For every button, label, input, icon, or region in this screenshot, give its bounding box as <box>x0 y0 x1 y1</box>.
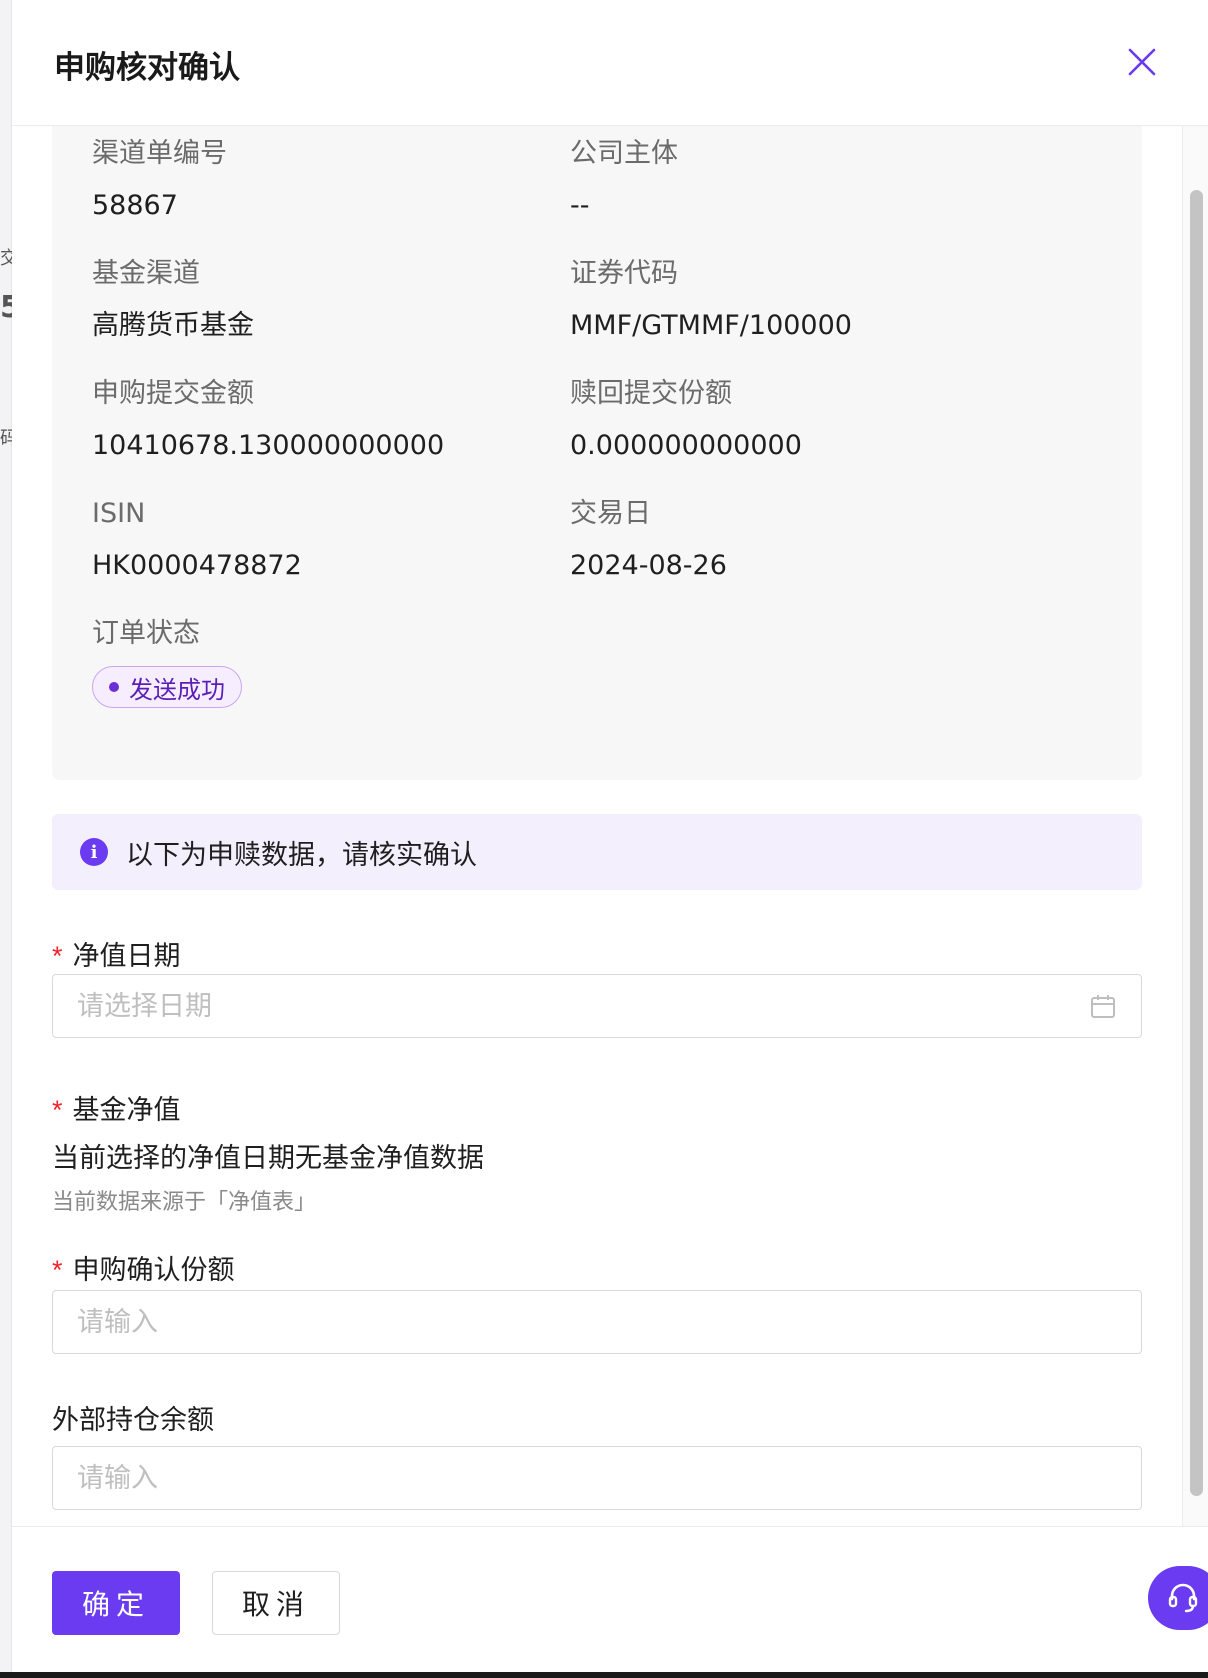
field-value: 10410678.130000000000 <box>92 430 445 461</box>
calendar-icon[interactable] <box>1089 993 1117 1021</box>
headset-icon[interactable] <box>1166 1581 1200 1615</box>
backdrop-page: 交 5 码 <box>0 0 21 1678</box>
field-company-entity: 公司主体 -- <box>570 138 1050 222</box>
nav-data-source: 当前数据来源于「净值表」 <box>52 1190 317 1215</box>
field-label: 订单状态 <box>92 618 200 649</box>
drawer-header: 申购核对确认 <box>12 0 1208 126</box>
support-button[interactable] <box>1148 1566 1208 1630</box>
field-label: 交易日 <box>570 498 651 529</box>
drawer-footer: 确定 取消 <box>12 1526 1208 1672</box>
alert-text: 以下为申赎数据，请核实确认 <box>126 839 477 871</box>
nav-date-label: * 净值日期 <box>52 934 181 973</box>
drawer-title: 申购核对确认 <box>54 50 240 86</box>
scrollbar-track[interactable] <box>1182 126 1208 1526</box>
nav-label: * 基金净值 <box>52 1088 181 1127</box>
scrollbar-thumb[interactable] <box>1190 190 1203 1496</box>
field-value: 0.000000000000 <box>570 430 802 461</box>
nav-empty-message: 当前选择的净值日期无基金净值数据 <box>52 1143 484 1174</box>
required-asterisk: * <box>52 1095 63 1125</box>
info-alert: i 以下为申赎数据，请核实确认 <box>52 814 1142 890</box>
field-subscription-amount: 申购提交金额 10410678.130000000000 <box>92 378 572 462</box>
order-info-card: 渠道单编号 58867 公司主体 -- 基金渠道 高腾货币基金 证券代码 MMF… <box>52 126 1142 780</box>
field-label: 基金渠道 <box>92 258 200 289</box>
cancel-button[interactable]: 取消 <box>212 1571 340 1635</box>
field-label: ISIN <box>92 498 146 529</box>
status-badge-text: 发送成功 <box>129 675 225 704</box>
field-channel-order-no: 渠道单编号 58867 <box>92 138 572 222</box>
field-value: 2024-08-26 <box>570 550 727 581</box>
external-balance-input[interactable] <box>77 1447 1141 1509</box>
nav-date-input[interactable] <box>77 975 1141 1037</box>
field-label: 公司主体 <box>570 138 678 169</box>
external-balance-field[interactable] <box>52 1446 1142 1510</box>
nav-label-text: 基金净值 <box>72 1095 181 1126</box>
field-redemption-shares: 赎回提交份额 0.000000000000 <box>570 378 1050 462</box>
subscription-check-drawer: 申购核对确认 渠道单编号 58867 公司主体 -- 基金渠道 高腾货币基金 证… <box>12 0 1208 1678</box>
field-label: 申购提交金额 <box>92 378 254 409</box>
field-label: 赎回提交份额 <box>570 378 732 409</box>
field-value: 高腾货币基金 <box>92 310 254 341</box>
close-icon[interactable] <box>1124 44 1160 80</box>
external-balance-label: 外部持仓余额 <box>52 1398 214 1437</box>
confirmed-shares-field[interactable] <box>52 1290 1142 1354</box>
field-isin: ISIN HK0000478872 <box>92 498 572 582</box>
field-value: HK0000478872 <box>92 550 302 581</box>
confirmed-shares-label: * 申购确认份额 <box>52 1248 235 1287</box>
confirm-button[interactable]: 确定 <box>52 1571 180 1635</box>
external-balance-label-text: 外部持仓余额 <box>52 1405 214 1436</box>
field-label: 证券代码 <box>570 258 678 289</box>
confirmed-shares-label-text: 申购确认份额 <box>72 1255 235 1286</box>
status-badge: 发送成功 <box>92 666 242 708</box>
field-label: 渠道单编号 <box>92 138 227 169</box>
field-security-code: 证券代码 MMF/GTMMF/100000 <box>570 258 1050 342</box>
nav-date-label-text: 净值日期 <box>72 941 181 972</box>
field-order-status: 订单状态 发送成功 <box>92 618 572 708</box>
field-value: MMF/GTMMF/100000 <box>570 310 852 341</box>
nav-date-picker[interactable] <box>52 974 1142 1038</box>
required-asterisk: * <box>52 941 63 971</box>
field-trade-date: 交易日 2024-08-26 <box>570 498 1050 582</box>
info-icon: i <box>80 838 108 866</box>
status-dot-icon <box>109 682 119 692</box>
confirmed-shares-input[interactable] <box>77 1291 1141 1353</box>
field-fund-channel: 基金渠道 高腾货币基金 <box>92 258 572 342</box>
required-asterisk: * <box>52 1255 63 1285</box>
drawer-body: 渠道单编号 58867 公司主体 -- 基金渠道 高腾货币基金 证券代码 MMF… <box>12 126 1182 1526</box>
field-value: 58867 <box>92 190 178 221</box>
bottom-edge <box>0 1672 1208 1678</box>
field-value: -- <box>570 190 590 221</box>
